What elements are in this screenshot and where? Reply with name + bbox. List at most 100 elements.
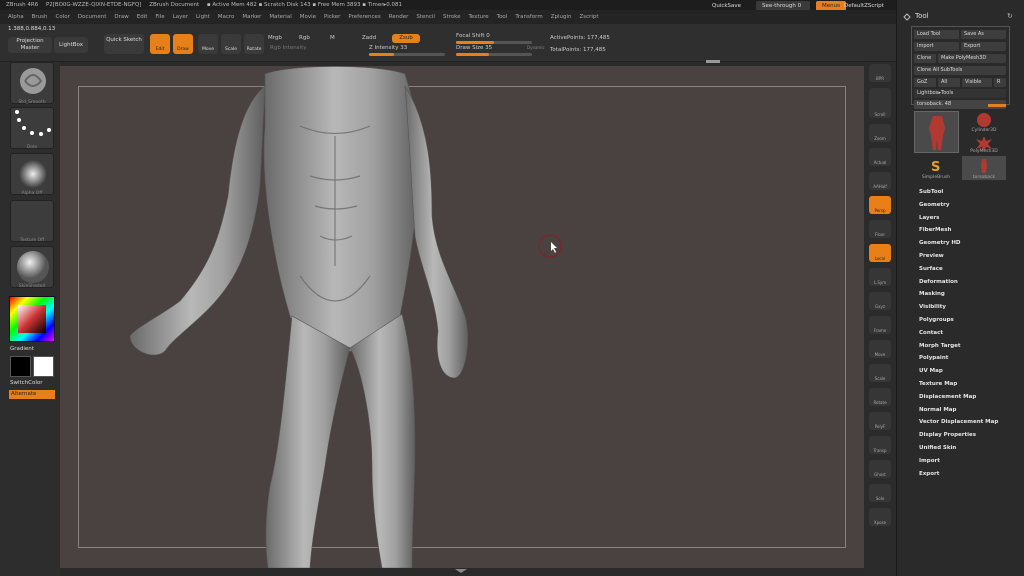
local-icon[interactable]: Local	[869, 244, 891, 262]
tool-menu-masking[interactable]: Masking	[919, 291, 945, 297]
tool-menu-display-properties[interactable]: Display Properties	[919, 432, 976, 438]
clone-all-subtools-button[interactable]: Clone All SubTools	[914, 66, 1006, 75]
menu-zplugin[interactable]: Zplugin	[551, 14, 572, 20]
import-button[interactable]: Import	[914, 42, 959, 51]
sculpt-model[interactable]	[60, 66, 864, 568]
r-button[interactable]: R	[994, 78, 1006, 87]
menu-render[interactable]: Render	[389, 14, 409, 20]
draw-size-slider[interactable]	[456, 53, 532, 56]
menu-transform[interactable]: Transform	[515, 14, 542, 20]
focal-shift-slider[interactable]	[456, 41, 532, 44]
tool-menu-surface[interactable]: Surface	[919, 266, 943, 272]
ghost-icon[interactable]: Ghost	[869, 460, 891, 478]
perspective-icon[interactable]: Persp	[869, 196, 891, 214]
canvas-scroll-handle[interactable]	[706, 60, 720, 63]
zsub-button[interactable]: Zsub	[392, 34, 420, 43]
floor-icon[interactable]: Floor	[869, 220, 891, 238]
bottom-tray-arrow-icon[interactable]	[455, 569, 467, 573]
polyframe-icon[interactable]: PolyF	[869, 412, 891, 430]
stroke-thumb[interactable]	[10, 107, 54, 149]
zoom-icon[interactable]: Zoom	[869, 124, 891, 142]
xpose-icon[interactable]: Xpose	[869, 508, 891, 526]
export-button[interactable]: Export	[961, 42, 1006, 51]
tool-menu-subtool[interactable]: SubTool	[919, 189, 943, 195]
menu-macro[interactable]: Macro	[218, 14, 235, 20]
alpha-thumb[interactable]	[10, 153, 54, 195]
lightbox-button[interactable]: LightBox	[54, 37, 88, 53]
tool-menu-vector-displacement-map[interactable]: Vector Displacement Map	[919, 419, 998, 425]
tool-menu-fibermesh[interactable]: FiberMesh	[919, 227, 951, 233]
move-icon[interactable]: Move	[869, 340, 891, 358]
move-button[interactable]: Move	[198, 34, 218, 54]
rotate-button[interactable]: Rotate	[244, 34, 264, 54]
rotate-icon[interactable]: Rotate	[869, 388, 891, 406]
draw-button[interactable]: Draw	[173, 34, 193, 54]
gradient-label[interactable]: Gradient	[10, 346, 34, 352]
tool-menu-layers[interactable]: Layers	[919, 215, 939, 221]
menu-texture[interactable]: Texture	[469, 14, 489, 20]
scroll-icon[interactable]: Scroll	[869, 100, 891, 118]
tool-menu-morph-target[interactable]: Morph Target	[919, 343, 961, 349]
menu-file[interactable]: File	[155, 14, 164, 20]
main-color-swatch[interactable]	[33, 356, 54, 377]
switchcolor-button[interactable]: SwitchColor	[10, 380, 43, 386]
tool-menu-polypaint[interactable]: Polypaint	[919, 355, 948, 361]
menu-stroke[interactable]: Stroke	[443, 14, 461, 20]
menu-brush[interactable]: Brush	[32, 14, 48, 20]
material-thumb[interactable]	[10, 246, 54, 288]
tool-menu-texture-map[interactable]: Texture Map	[919, 381, 957, 387]
menu-zscript[interactable]: Zscript	[579, 14, 598, 20]
texture-thumb[interactable]	[10, 200, 54, 242]
tool-menu-unified-skin[interactable]: Unified Skin	[919, 445, 956, 451]
rgb-intensity-slider[interactable]: Rgb Intensity	[270, 45, 307, 51]
actual-icon[interactable]: Actual	[869, 148, 891, 166]
rgb-button[interactable]: Rgb	[299, 35, 310, 41]
menu-color[interactable]: Color	[56, 14, 70, 20]
transparency-icon[interactable]: Transp	[869, 436, 891, 454]
scale-icon[interactable]: Scale	[869, 364, 891, 382]
visible-button[interactable]: Visible	[962, 78, 992, 87]
gxyz-icon[interactable]: Gxyz	[869, 292, 891, 310]
alternate-button[interactable]: Alternate	[9, 390, 55, 399]
tool-thumb-torsoback[interactable]	[914, 111, 959, 153]
palette-menu-icon[interactable]	[903, 13, 911, 21]
lightbox-tools-button[interactable]: Lightbox▸Tools	[914, 89, 1006, 98]
tool-menu-visibility[interactable]: Visibility	[919, 304, 946, 310]
menu-movie[interactable]: Movie	[300, 14, 316, 20]
edit-button[interactable]: Edit	[150, 34, 170, 54]
menu-marker[interactable]: Marker	[242, 14, 261, 20]
brush-thumb[interactable]	[10, 62, 54, 104]
tool-menu-geometry[interactable]: Geometry	[919, 202, 949, 208]
mrgb-button[interactable]: Mrgb	[268, 35, 282, 41]
menu-layer[interactable]: Layer	[173, 14, 188, 20]
menu-preferences[interactable]: Preferences	[348, 14, 380, 20]
tool-menu-import[interactable]: Import	[919, 458, 940, 464]
tool-menu-preview[interactable]: Preview	[919, 253, 944, 259]
local-symmetry-icon[interactable]: L.Sym	[869, 268, 891, 286]
make-polymesh3d-button[interactable]: Make PolyMesh3D	[938, 54, 1006, 63]
projection-master-button[interactable]: Projection Master	[8, 37, 52, 53]
scale-button[interactable]: Scale	[221, 34, 241, 54]
z-intensity-slider[interactable]	[369, 53, 445, 56]
save-as-button[interactable]: Save As	[961, 30, 1006, 39]
tool-menu-uv-map[interactable]: UV Map	[919, 368, 943, 374]
tool-menu-displacement-map[interactable]: Displacement Map	[919, 394, 976, 400]
menu-material[interactable]: Material	[269, 14, 291, 20]
menu-stencil[interactable]: Stencil	[416, 14, 435, 20]
render-icon[interactable]: BPR	[869, 64, 891, 82]
clone-button[interactable]: Clone	[914, 54, 936, 63]
tool-menu-deformation[interactable]: Deformation	[919, 279, 958, 285]
aahalf-icon[interactable]: AAHalf	[869, 172, 891, 190]
dynamic-toggle[interactable]: Dynamic	[527, 45, 545, 50]
tool-menu-geometry-hd[interactable]: Geometry HD	[919, 240, 961, 246]
tool-menu-normal-map[interactable]: Normal Map	[919, 407, 956, 413]
goz-button[interactable]: GoZ	[914, 78, 936, 87]
color-picker[interactable]	[9, 296, 55, 342]
secondary-color-swatch[interactable]	[10, 356, 31, 377]
frame-icon[interactable]: Frame	[869, 316, 891, 334]
menu-tool[interactable]: Tool	[497, 14, 508, 20]
zadd-button[interactable]: Zadd	[362, 35, 376, 41]
menu-alpha[interactable]: Alpha	[8, 14, 24, 20]
menu-edit[interactable]: Edit	[137, 14, 148, 20]
tool-menu-contact[interactable]: Contact	[919, 330, 943, 336]
